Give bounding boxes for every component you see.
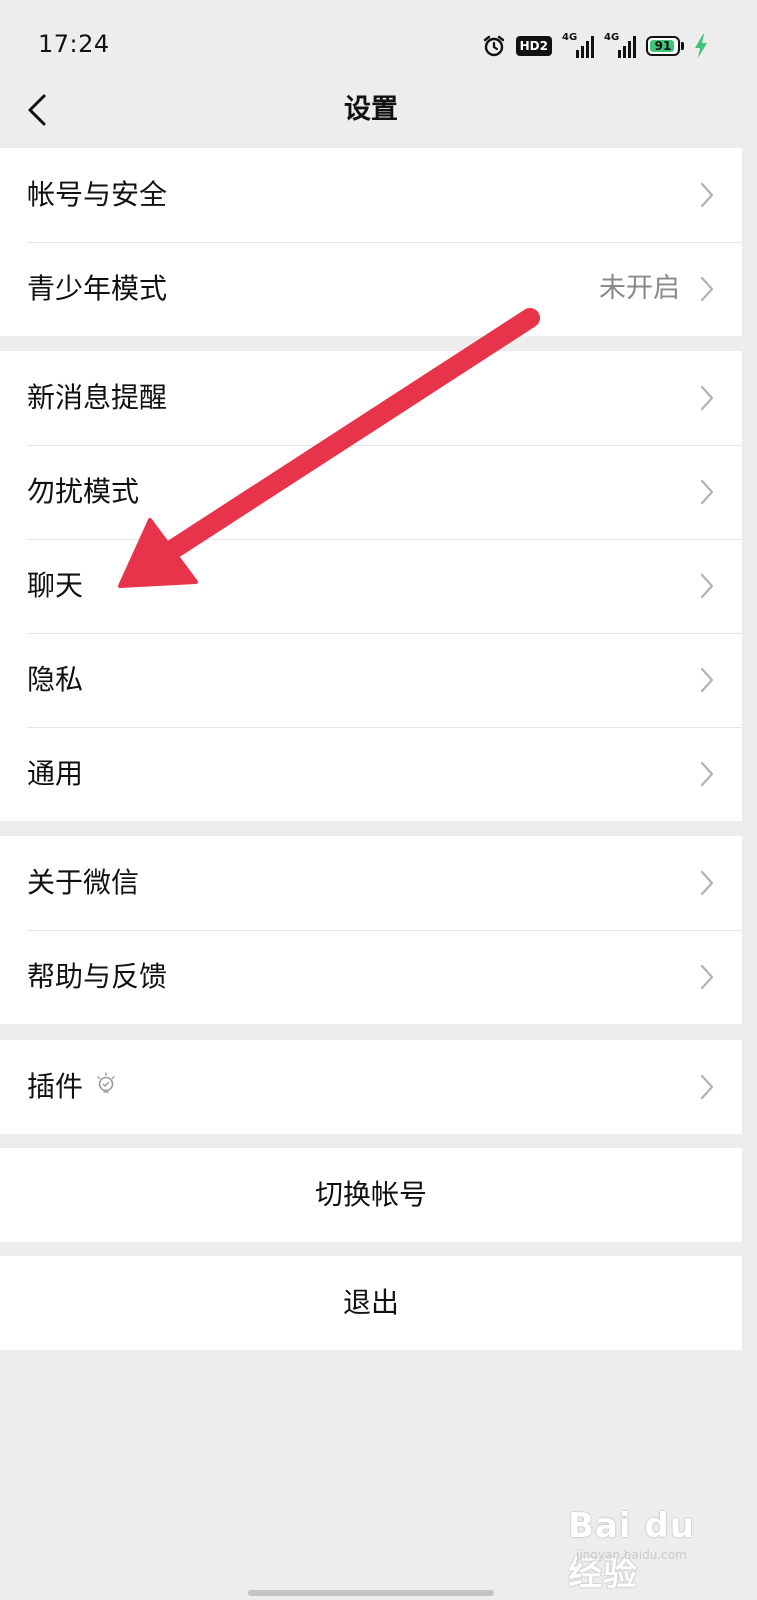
switch-account-section: 切换帐号 — [0, 1148, 742, 1242]
settings-item-label: 勿扰模式 — [27, 475, 140, 508]
chevron-right-icon — [700, 667, 714, 693]
logout-label: 退出 — [342, 1286, 399, 1319]
baidu-watermark: Bai du 经验 jingyan.baidu.com — [568, 1492, 718, 1594]
plugins-label: 插件 — [27, 1070, 84, 1103]
settings-item-plugins[interactable]: 插件 — [0, 1040, 742, 1134]
settings-group-preferences: 新消息提醒 勿扰模式 聊天 隐私 通用 — [0, 351, 742, 821]
network-type-label: 4G — [562, 32, 578, 43]
settings-group-account: 帐号与安全 青少年模式 未开启 — [0, 148, 742, 336]
settings-screen: 17:24 HD2 4G 4G 91 设置 帐号与安全 青少年模式 未开启 新消… — [0, 0, 742, 1600]
home-indicator[interactable] — [248, 1590, 494, 1596]
page-title: 设置 — [344, 94, 398, 125]
switch-account-button[interactable]: 切换帐号 — [0, 1148, 742, 1242]
nav-bar: 设置 — [0, 80, 742, 148]
settings-group-about: 关于微信 帮助与反馈 — [0, 836, 742, 1024]
settings-item-label: 通用 — [27, 757, 84, 790]
settings-group-plugins: 插件 — [0, 1040, 742, 1134]
chevron-right-icon — [700, 1074, 714, 1100]
chevron-right-icon — [700, 385, 714, 411]
settings-item-account-security[interactable]: 帐号与安全 — [0, 148, 742, 242]
status-icons: HD2 4G 4G 91 — [482, 32, 708, 59]
battery-icon: 91 — [646, 36, 684, 56]
chevron-right-icon — [700, 182, 714, 208]
chevron-right-icon — [700, 573, 714, 599]
settings-item-label: 插件 — [27, 1067, 117, 1107]
settings-item-label: 帮助与反馈 — [27, 960, 168, 993]
settings-item-notifications[interactable]: 新消息提醒 — [0, 351, 742, 445]
battery-level: 91 — [654, 39, 672, 53]
settings-item-privacy[interactable]: 隐私 — [0, 633, 742, 727]
settings-item-general[interactable]: 通用 — [0, 727, 742, 821]
chevron-right-icon — [700, 761, 714, 787]
settings-item-do-not-disturb[interactable]: 勿扰模式 — [0, 445, 742, 539]
watermark-url: jingyan.baidu.com — [576, 1548, 687, 1562]
settings-item-label: 隐私 — [27, 663, 84, 696]
settings-item-label: 新消息提醒 — [27, 381, 168, 414]
settings-item-chat[interactable]: 聊天 — [0, 539, 742, 633]
chevron-right-icon — [700, 276, 714, 302]
signal-icon-2: 4G — [604, 32, 636, 58]
lightbulb-icon — [97, 1072, 115, 1093]
settings-item-label: 聊天 — [27, 569, 84, 602]
settings-item-value: 未开启 — [599, 273, 680, 304]
settings-item-label: 青少年模式 — [27, 272, 168, 305]
status-bar: 17:24 HD2 4G 4G 91 — [0, 0, 742, 80]
chevron-right-icon — [700, 479, 714, 505]
signal-icon: 4G — [562, 32, 594, 58]
settings-item-label: 帐号与安全 — [27, 178, 168, 211]
chevron-right-icon — [700, 964, 714, 990]
hd-voice-icon: HD2 — [515, 36, 552, 56]
settings-item-label: 关于微信 — [27, 866, 140, 899]
status-time: 17:24 — [38, 30, 110, 58]
switch-account-label: 切换帐号 — [314, 1178, 427, 1211]
chevron-right-icon — [700, 870, 714, 896]
logout-section: 退出 — [0, 1256, 742, 1350]
settings-item-teen-mode[interactable]: 青少年模式 未开启 — [0, 242, 742, 336]
settings-item-about-wechat[interactable]: 关于微信 — [0, 836, 742, 930]
alarm-icon — [483, 35, 504, 57]
settings-item-help-feedback[interactable]: 帮助与反馈 — [0, 930, 742, 1024]
charging-icon — [695, 34, 707, 58]
network-type-label-2: 4G — [604, 32, 620, 43]
logout-button[interactable]: 退出 — [0, 1256, 742, 1350]
